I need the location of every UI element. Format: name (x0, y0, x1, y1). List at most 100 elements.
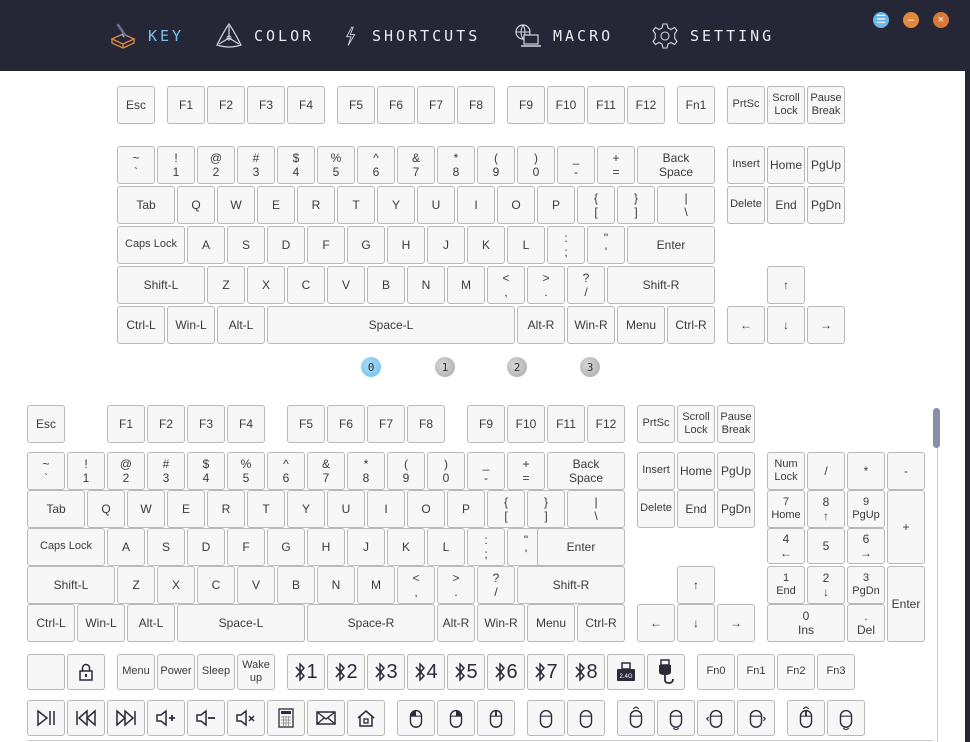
key-mouse-right[interactable] (437, 700, 475, 736)
key-8[interactable]: * 8 (437, 146, 475, 184)
key-o[interactable]: O (497, 186, 535, 224)
key-r[interactable]: R (207, 490, 245, 528)
key-4[interactable]: $4 (277, 146, 315, 184)
key-c[interactable]: C (287, 266, 325, 304)
key-0[interactable]: ) 0 (427, 452, 465, 490)
key-dongle-2-4g[interactable]: 2.4G (607, 654, 645, 690)
key-scroll-up[interactable] (617, 700, 655, 736)
layer-2-button[interactable]: 2 (507, 357, 527, 377)
key-semicolon[interactable]: :; (547, 226, 585, 264)
key-f10[interactable]: F10 (507, 405, 545, 443)
key-k[interactable]: K (467, 226, 505, 264)
key-mail[interactable] (307, 700, 345, 736)
key-bt2[interactable]: 2 (327, 654, 365, 690)
key-j[interactable]: J (347, 528, 385, 566)
key-num-dot[interactable]: . Del (847, 604, 885, 642)
key-f7[interactable]: F7 (367, 405, 405, 443)
key-o[interactable]: O (407, 490, 445, 528)
key-b[interactable]: B (277, 566, 315, 604)
key-bt1[interactable]: 1 (287, 654, 325, 690)
key-u[interactable]: U (327, 490, 365, 528)
key-pgup[interactable]: PgUp (807, 146, 845, 184)
key-s[interactable]: S (227, 226, 265, 264)
key-power[interactable]: Power (157, 654, 195, 690)
key-fn2[interactable]: Fn2 (777, 654, 815, 690)
key-f1[interactable]: F1 (107, 405, 145, 443)
key-pgdn[interactable]: PgDn (717, 490, 755, 528)
key-bt4[interactable]: 4 (407, 654, 445, 690)
key-p[interactable]: P (537, 186, 575, 224)
key-fn1[interactable]: Fn1 (677, 86, 715, 124)
key-capslock[interactable]: Caps Lock (117, 226, 185, 264)
key-h[interactable]: H (387, 226, 425, 264)
key-prtsc[interactable]: PrtSc (637, 405, 675, 443)
key-n[interactable]: N (317, 566, 355, 604)
key-f2[interactable]: F2 (147, 405, 185, 443)
key-capslock[interactable]: Caps Lock (27, 528, 105, 566)
key-y[interactable]: Y (287, 490, 325, 528)
key-bt7[interactable]: 7 (527, 654, 565, 690)
key-f3[interactable]: F3 (187, 405, 225, 443)
key-rbracket[interactable]: }] (617, 186, 655, 224)
key-wakeup[interactable]: Wake up (237, 654, 275, 690)
key-homepage[interactable] (347, 700, 385, 736)
key-j[interactable]: J (427, 226, 465, 264)
key-f12[interactable]: F12 (627, 86, 665, 124)
key-x[interactable]: X (247, 266, 285, 304)
key-win-l[interactable]: Win-L (77, 604, 125, 642)
key-9[interactable]: (9 (387, 452, 425, 490)
key-up[interactable]: ↑ (677, 566, 715, 604)
key-f9[interactable]: F9 (467, 405, 505, 443)
key-8[interactable]: * 8 (347, 452, 385, 490)
key-f11[interactable]: F11 (547, 405, 585, 443)
key-next-track[interactable] (107, 700, 145, 736)
key-f4[interactable]: F4 (227, 405, 265, 443)
key-t[interactable]: T (247, 490, 285, 528)
key-mouse-down[interactable] (827, 700, 865, 736)
key-num0[interactable]: 0 Ins (767, 604, 845, 642)
menu-button[interactable]: ☰ (873, 12, 889, 28)
key-7[interactable]: & 7 (397, 146, 435, 184)
key-menu[interactable]: Menu (617, 306, 665, 344)
key-fn1[interactable]: Fn1 (737, 654, 775, 690)
key-0[interactable]: ) 0 (517, 146, 555, 184)
key-volume-down[interactable] (187, 700, 225, 736)
key-mute[interactable] (227, 700, 265, 736)
key-f6[interactable]: F6 (327, 405, 365, 443)
key-sleep[interactable]: Sleep (197, 654, 235, 690)
key-7[interactable]: & 7 (307, 452, 345, 490)
key-m[interactable]: M (357, 566, 395, 604)
nav-tab-setting[interactable]: SETTING (650, 18, 774, 54)
key-ctrl-r[interactable]: Ctrl-R (577, 604, 625, 642)
key-backspace[interactable]: Back Space (547, 452, 625, 490)
key-scroll-lock[interactable]: Scroll Lock (767, 86, 805, 124)
key-minus[interactable]: _ - (467, 452, 505, 490)
key-fn0[interactable]: Fn0 (697, 654, 735, 690)
key-pgdn[interactable]: PgDn (807, 186, 845, 224)
key-num9[interactable]: 9 PgUp (847, 490, 885, 528)
key-prtsc[interactable]: PrtSc (727, 86, 765, 124)
key-f2[interactable]: F2 (207, 86, 245, 124)
key-t[interactable]: T (337, 186, 375, 224)
key-shift-l[interactable]: Shift-L (27, 566, 115, 604)
key-mouse-back[interactable] (527, 700, 565, 736)
key-scroll-right[interactable] (737, 700, 775, 736)
key-win-l[interactable]: Win-L (167, 306, 215, 344)
key-prev-track[interactable] (67, 700, 105, 736)
key-f9[interactable]: F9 (507, 86, 545, 124)
key-l[interactable]: L (507, 226, 545, 264)
key-v[interactable]: V (237, 566, 275, 604)
key-alt-l[interactable]: Alt-L (217, 306, 265, 344)
key-1[interactable]: ! 1 (157, 146, 195, 184)
key-enter[interactable]: Enter (537, 528, 625, 566)
key-f8[interactable]: F8 (407, 405, 445, 443)
key-period[interactable]: >. (527, 266, 565, 304)
key-k[interactable]: K (387, 528, 425, 566)
key-f1[interactable]: F1 (167, 86, 205, 124)
key-num6[interactable]: 6 → (847, 528, 885, 564)
key-i[interactable]: I (367, 490, 405, 528)
key-l[interactable]: L (427, 528, 465, 566)
key-mouse-left[interactable] (397, 700, 435, 736)
key-e[interactable]: E (167, 490, 205, 528)
key-shift-r[interactable]: Shift-R (607, 266, 715, 304)
